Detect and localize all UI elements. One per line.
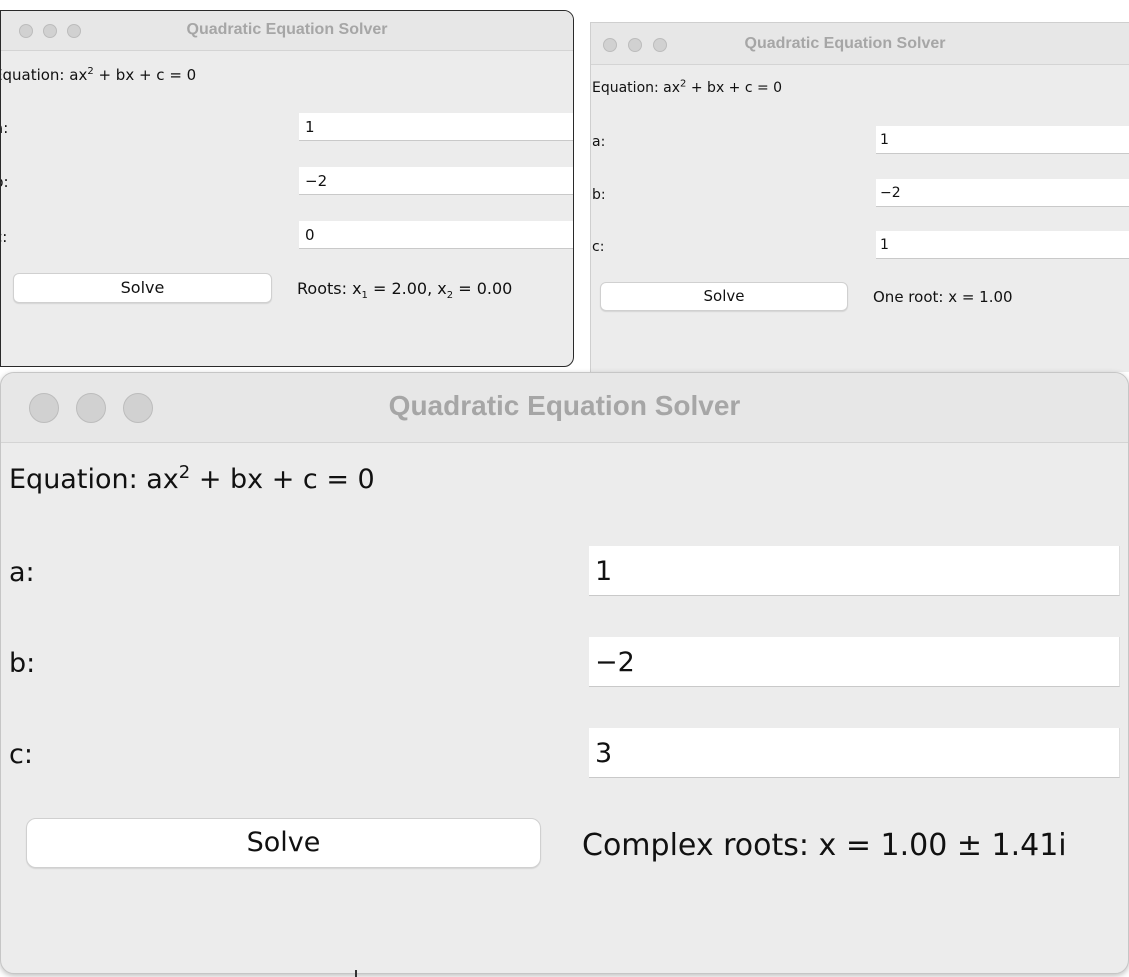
window-title: Quadratic Equation Solver xyxy=(744,35,946,52)
window-title: Quadratic Equation Solver xyxy=(388,390,741,421)
equation-label: Equation: ax2 + bx + c = 0 xyxy=(592,78,783,96)
title-bar[interactable]: Quadratic Equation Solver xyxy=(1,373,1128,443)
solve-button[interactable]: Solve xyxy=(600,282,848,311)
a-input[interactable]: 1 xyxy=(299,113,573,141)
b-label: b: xyxy=(9,648,36,679)
solver-window-3: Quadratic Equation Solver Equation: ax2 … xyxy=(0,372,1129,974)
result-label: Complex roots: x = 1.00 ± 1.41i xyxy=(582,828,1067,863)
solve-button[interactable]: Solve xyxy=(26,818,541,868)
solve-button[interactable]: Solve xyxy=(13,273,272,303)
c-input[interactable]: 0 xyxy=(299,221,573,249)
a-label: a: xyxy=(592,134,606,150)
b-input[interactable]: −2 xyxy=(299,167,573,195)
equation-label: Equation: ax2 + bx + c = 0 xyxy=(9,462,375,496)
c-label: c: xyxy=(1,228,8,246)
text-cursor-icon xyxy=(355,970,357,977)
title-bar[interactable]: Quadratic Equation Solver xyxy=(1,11,573,51)
window-title: Quadratic Equation Solver xyxy=(186,21,388,38)
c-input[interactable]: 1 xyxy=(876,231,1129,259)
b-input[interactable]: −2 xyxy=(589,637,1120,687)
a-input[interactable]: 1 xyxy=(589,546,1120,596)
solver-window-1: Quadratic Equation Solver Equation: ax2 … xyxy=(0,10,574,367)
a-label: a: xyxy=(1,119,9,137)
title-bar[interactable]: Quadratic Equation Solver xyxy=(591,23,1129,65)
c-label: c: xyxy=(592,239,605,255)
solver-window-2: Quadratic Equation Solver Equation: ax2 … xyxy=(590,22,1129,372)
a-input[interactable]: 1 xyxy=(876,126,1129,154)
c-input[interactable]: 3 xyxy=(589,728,1120,778)
b-label: b: xyxy=(1,173,9,191)
b-label: b: xyxy=(592,187,606,203)
equation-label: Equation: ax2 + bx + c = 0 xyxy=(0,66,197,84)
c-label: c: xyxy=(9,739,33,770)
a-label: a: xyxy=(9,557,35,588)
result-label: Roots: x1 = 2.00, x2 = 0.00 xyxy=(297,279,513,302)
b-input[interactable]: −2 xyxy=(876,179,1129,207)
result-label: One root: x = 1.00 xyxy=(873,288,1013,306)
